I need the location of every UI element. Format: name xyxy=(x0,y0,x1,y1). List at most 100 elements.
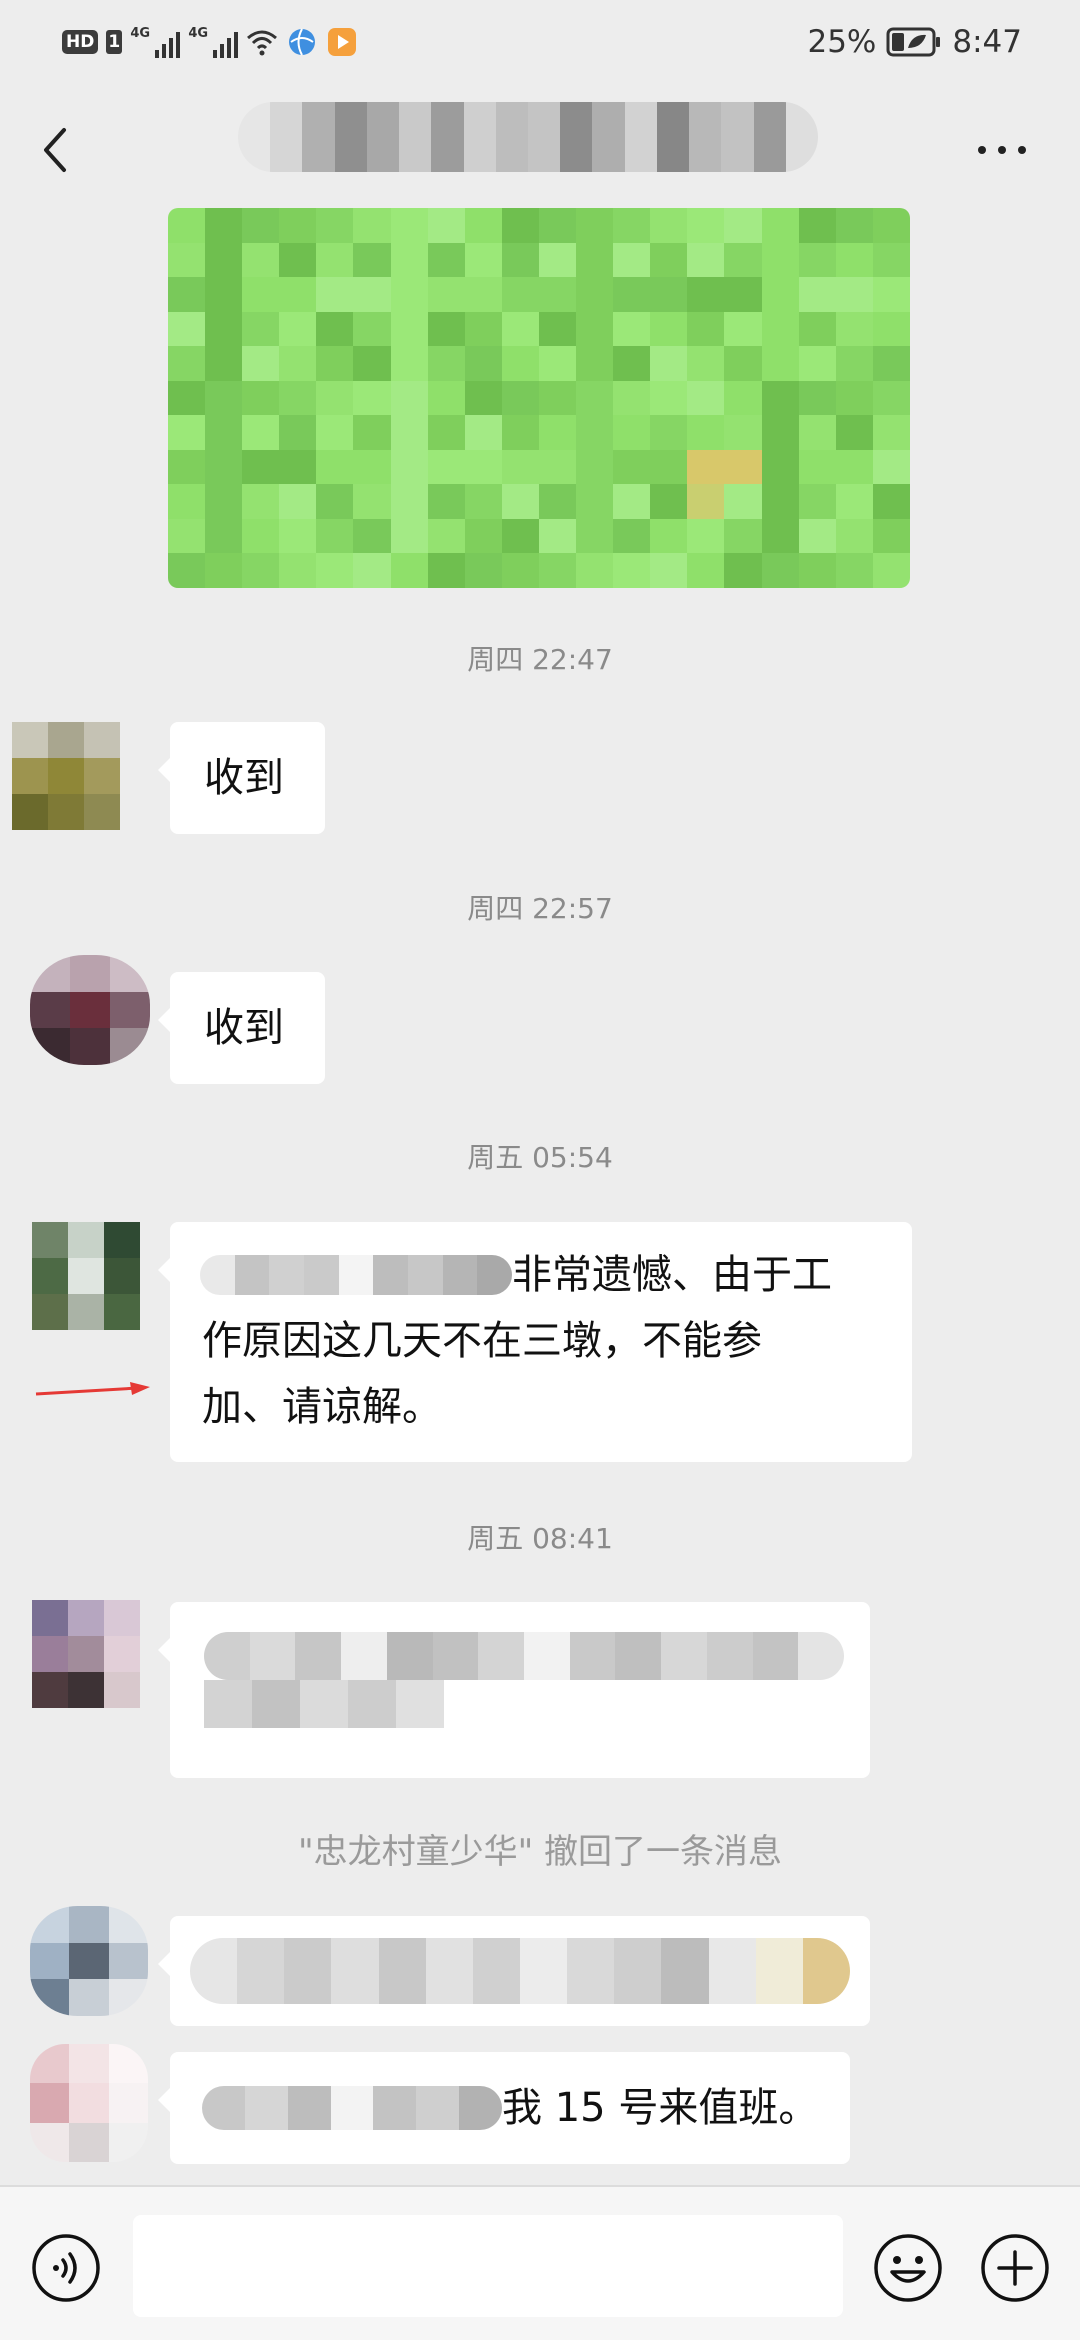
pixel-block xyxy=(687,346,725,381)
more-dots-icon[interactable] xyxy=(974,142,1030,158)
pixel-block xyxy=(390,484,428,519)
redacted-sent-message[interactable] xyxy=(168,208,910,588)
pixel-block xyxy=(464,484,502,519)
pixel-block xyxy=(613,311,651,347)
pixel-block xyxy=(427,242,465,278)
avatar[interactable] xyxy=(32,1222,140,1330)
pixel-block xyxy=(761,518,799,554)
redacted-text xyxy=(190,1938,850,2004)
pixel-block xyxy=(687,277,725,312)
pixel-block xyxy=(501,518,539,554)
sim-badge: 1 xyxy=(106,30,123,54)
pixel-block xyxy=(353,518,391,554)
browser-icon xyxy=(289,28,316,56)
back-icon[interactable] xyxy=(36,120,76,180)
message-bubble[interactable]: 收到 xyxy=(158,722,325,834)
pixel-block xyxy=(464,380,502,416)
message-bubble[interactable]: 我 15 号来值班。 xyxy=(158,2052,850,2164)
pixel-block xyxy=(501,415,539,450)
pixel-block xyxy=(835,553,873,588)
pixel-block xyxy=(242,553,280,588)
pixel-block xyxy=(576,346,614,381)
avatar[interactable] xyxy=(32,1600,140,1708)
pixel-block xyxy=(798,242,836,278)
pixel-block xyxy=(613,553,651,588)
pixel-block xyxy=(390,380,428,416)
pixel-block xyxy=(798,449,836,485)
pixel-block xyxy=(279,518,317,554)
pixel-block xyxy=(501,484,539,519)
pixel-block xyxy=(687,518,725,554)
pixel-block xyxy=(798,311,836,347)
pixel-block xyxy=(242,449,280,485)
message-text-line3: 加、请谅解。 xyxy=(202,1384,442,1430)
pixel-block xyxy=(464,311,502,347)
pixel-block xyxy=(835,311,873,347)
pixel-block xyxy=(279,415,317,450)
avatar[interactable] xyxy=(30,1906,148,2016)
pixel-block xyxy=(538,518,577,554)
pixel-block xyxy=(390,242,428,278)
avatar[interactable] xyxy=(30,2044,148,2162)
pixel-block xyxy=(464,415,502,450)
pixel-block xyxy=(168,380,206,416)
network-type-2: 4G xyxy=(188,26,209,41)
pixel-block xyxy=(650,553,688,588)
message-input[interactable] xyxy=(133,2215,843,2317)
pixel-block xyxy=(168,449,206,485)
pixel-block xyxy=(427,449,465,485)
pixel-block xyxy=(316,277,354,312)
pixel-block xyxy=(724,208,762,243)
pixel-block xyxy=(242,518,280,554)
pixel-block xyxy=(168,277,206,312)
redacted-message-bubble[interactable] xyxy=(158,1602,870,1778)
emoji-icon[interactable] xyxy=(872,2232,944,2304)
pixel-block xyxy=(316,346,354,381)
pixel-block xyxy=(390,208,428,243)
pixel-block xyxy=(872,208,910,243)
redacted-message-bubble[interactable] xyxy=(158,1916,870,2026)
pixel-block xyxy=(353,380,391,416)
pixel-block xyxy=(353,311,391,347)
pixel-block xyxy=(798,380,836,416)
message-bubble[interactable]: 收到 xyxy=(158,972,325,1084)
pixel-block xyxy=(538,380,577,416)
pixel-block xyxy=(168,208,206,243)
pixel-block xyxy=(798,484,836,519)
pixel-block xyxy=(835,208,873,243)
pixel-block xyxy=(650,380,688,416)
pixel-block xyxy=(798,346,836,381)
input-bar xyxy=(0,2185,1080,2340)
pixel-block xyxy=(761,346,799,381)
pixel-block xyxy=(761,311,799,347)
pixel-block xyxy=(687,553,725,588)
pixel-block xyxy=(279,380,317,416)
pixel-block xyxy=(168,346,206,381)
pixel-block xyxy=(872,484,910,519)
avatar[interactable] xyxy=(30,955,150,1065)
pixel-block xyxy=(724,553,762,588)
pixel-block xyxy=(427,346,465,381)
pixel-block xyxy=(798,415,836,450)
pixel-block xyxy=(427,484,465,519)
pixel-block xyxy=(464,449,502,485)
pixel-block xyxy=(390,415,428,450)
pixel-block xyxy=(316,311,354,347)
pixel-block xyxy=(872,415,910,450)
pixel-block xyxy=(538,415,577,450)
avatar[interactable] xyxy=(12,722,120,830)
pixel-block xyxy=(687,242,725,278)
pixel-block xyxy=(613,277,651,312)
plus-icon[interactable] xyxy=(979,2232,1051,2304)
message-bubble[interactable]: 非常遗憾、由于工 作原因这几天不在三墩，不能参 加、请谅解。 xyxy=(158,1222,912,1462)
pixel-block xyxy=(353,449,391,485)
status-left: HD 1 4G 4G xyxy=(62,22,358,62)
pixel-block xyxy=(687,484,725,519)
pixel-block xyxy=(835,484,873,519)
pixel-block xyxy=(427,380,465,416)
pixel-block xyxy=(576,553,614,588)
voice-icon[interactable] xyxy=(30,2232,102,2304)
pixel-block xyxy=(242,311,280,347)
pixel-block xyxy=(538,346,577,381)
pixel-block xyxy=(501,346,539,381)
